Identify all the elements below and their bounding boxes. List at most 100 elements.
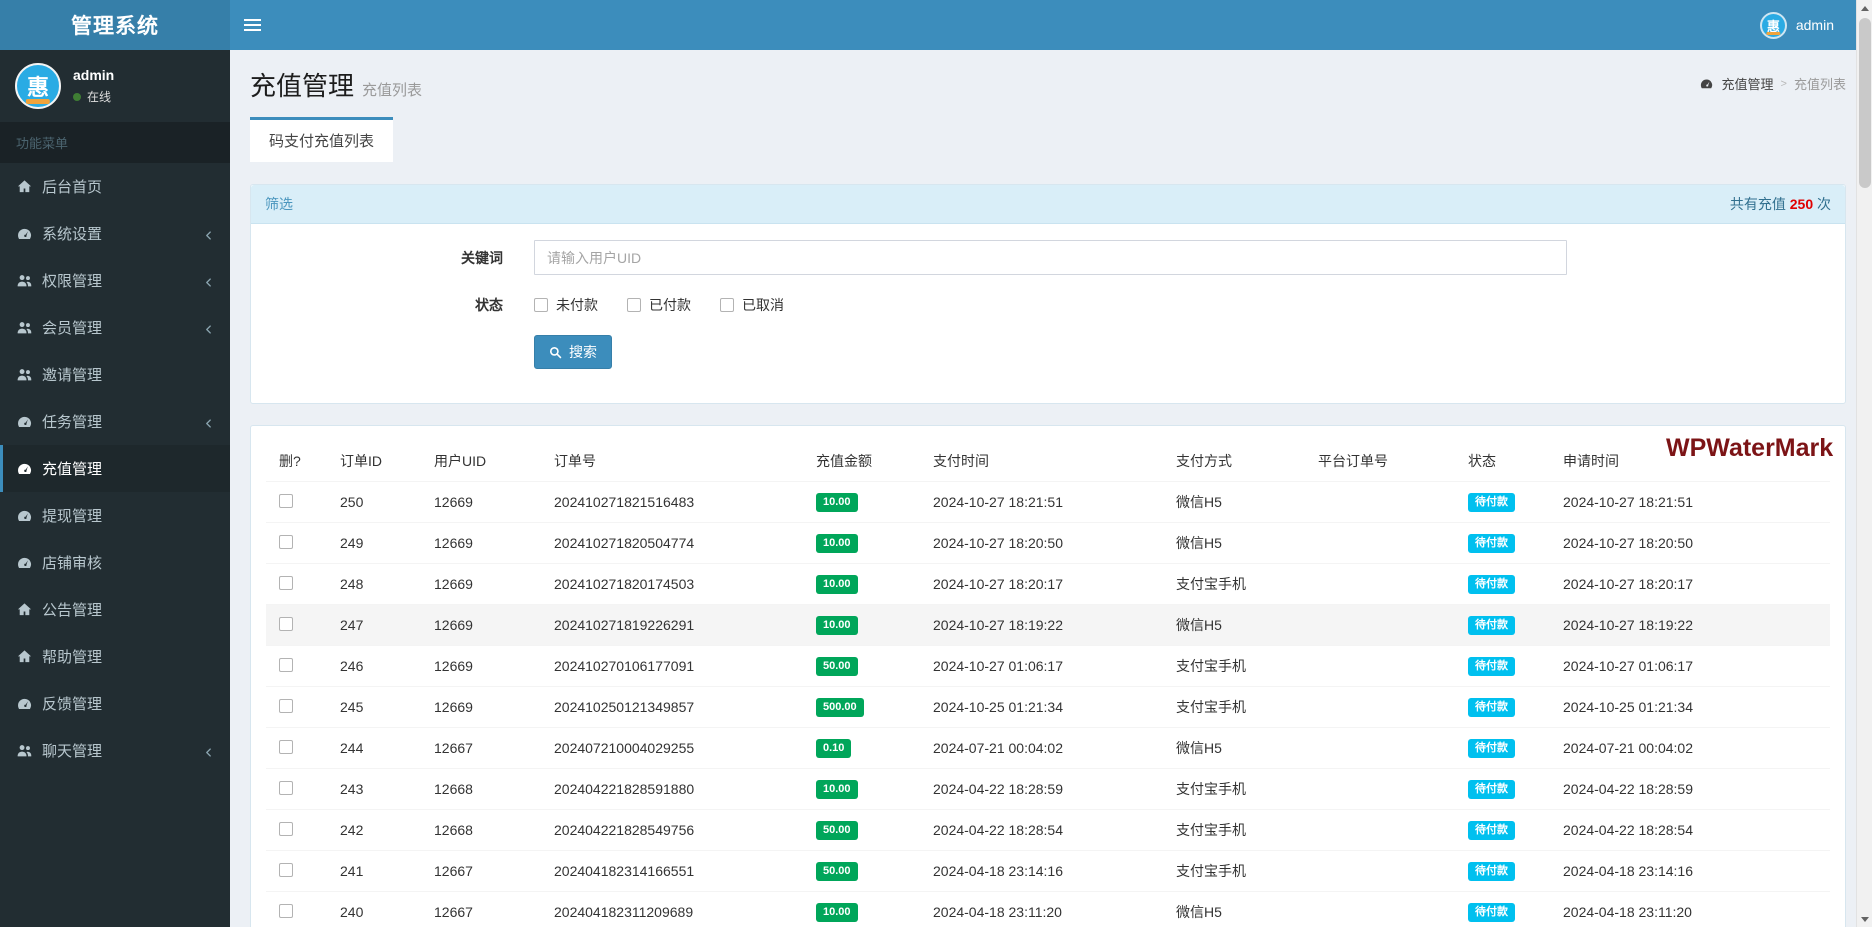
status-checkbox-option[interactable]: 已取消 <box>720 295 784 315</box>
sidebar-toggle-button[interactable] <box>230 0 275 50</box>
sidebar-item[interactable]: 聊天管理 <box>0 727 230 774</box>
cell-user-uid: 12669 <box>421 686 541 728</box>
sidebar-item[interactable]: 系统设置 <box>0 210 230 257</box>
home-icon <box>15 179 33 194</box>
row-delete-checkbox[interactable] <box>279 657 293 672</box>
cell-pay-method: 支付宝手机 <box>1163 809 1305 851</box>
row-delete-checkbox[interactable] <box>279 534 293 549</box>
scrollbar-thumb[interactable] <box>1859 18 1871 188</box>
cell-pay-time: 2024-10-27 01:06:17 <box>920 645 1163 687</box>
cell-platform-no <box>1305 891 1455 927</box>
status-checkbox[interactable] <box>627 298 641 312</box>
sidebar-item-label: 店铺审核 <box>42 555 103 572</box>
cell-pay-time: 2024-10-27 18:21:51 <box>920 481 1163 523</box>
table-header-row: 删? 订单ID 用户UID 订单号 充值金额 支付时间 支付方式 平台订单号 状… <box>266 441 1830 482</box>
amount-badge: 0.10 <box>816 739 852 758</box>
cell-user-uid: 12669 <box>421 481 541 523</box>
dashboard-icon <box>15 696 33 711</box>
col-header-platform-no: 平台订单号 <box>1305 441 1455 482</box>
sidebar-item-label: 后台首页 <box>42 179 103 196</box>
col-header-user-uid: 用户UID <box>421 441 541 482</box>
filter-toggle-link[interactable]: 筛选 <box>265 194 293 214</box>
app-logo[interactable]: 管理系统 <box>0 0 230 50</box>
sidebar-item[interactable]: 帮助管理 <box>0 633 230 680</box>
dashboard-icon <box>15 226 33 241</box>
sidebar-item[interactable]: 反馈管理 <box>0 680 230 727</box>
cell-platform-no <box>1305 522 1455 564</box>
cell-apply-time: 2024-10-27 18:21:51 <box>1550 481 1830 523</box>
cell-order-id: 244 <box>327 727 421 769</box>
sidebar-item-label: 邀请管理 <box>42 367 103 384</box>
amount-badge: 10.00 <box>816 493 858 512</box>
navbar-username: admin <box>1795 17 1834 33</box>
users-icon <box>15 367 33 382</box>
cell-order-no: 202404182314166551 <box>541 850 803 892</box>
table-row: 243 12668 202404221828591880 10.00 2024-… <box>266 768 1830 810</box>
cell-user-uid: 12667 <box>421 727 541 769</box>
cell-pay-time: 2024-10-27 18:19:22 <box>920 604 1163 646</box>
page-subtitle: 充值列表 <box>362 82 423 99</box>
scroll-up-arrow-icon[interactable] <box>1857 0 1872 16</box>
col-header-pay-time: 支付时间 <box>920 441 1163 482</box>
sidebar-item[interactable]: 权限管理 <box>0 257 230 304</box>
status-checkbox[interactable] <box>534 298 548 312</box>
row-delete-checkbox[interactable] <box>279 575 293 590</box>
row-delete-checkbox[interactable] <box>279 821 293 836</box>
sidebar-item[interactable]: 公告管理 <box>0 586 230 633</box>
sidebar-item[interactable]: 后台首页 <box>0 163 230 210</box>
cell-order-id: 250 <box>327 481 421 523</box>
amount-badge: 500.00 <box>816 698 864 717</box>
cell-user-uid: 12668 <box>421 768 541 810</box>
filter-header: 筛选 共有充值 250 次 <box>251 185 1845 224</box>
vertical-scrollbar[interactable] <box>1856 0 1872 927</box>
cell-pay-method: 微信H5 <box>1163 481 1305 523</box>
cell-order-id: 247 <box>327 604 421 646</box>
tab-qr-recharge-list[interactable]: 码支付充值列表 <box>250 117 394 162</box>
scroll-down-arrow-icon[interactable] <box>1857 911 1872 927</box>
row-delete-checkbox[interactable] <box>279 780 293 795</box>
cell-user-uid: 12668 <box>421 809 541 851</box>
sidebar-item[interactable]: 会员管理 <box>0 304 230 351</box>
sidebar-item-label: 任务管理 <box>42 414 103 431</box>
cell-order-no: 202404221828549756 <box>541 809 803 851</box>
search-button[interactable]: 搜索 <box>534 335 612 369</box>
cell-platform-no <box>1305 604 1455 646</box>
col-header-order-no: 订单号 <box>541 441 803 482</box>
recharge-table: 删? 订单ID 用户UID 订单号 充值金额 支付时间 支付方式 平台订单号 状… <box>266 441 1830 927</box>
cell-platform-no <box>1305 645 1455 687</box>
cell-apply-time: 2024-04-18 23:11:20 <box>1550 891 1830 927</box>
table-row: 244 12667 202407210004029255 0.10 2024-0… <box>266 727 1830 769</box>
row-delete-checkbox[interactable] <box>279 616 293 631</box>
status-checkbox[interactable] <box>720 298 734 312</box>
breadcrumb-root[interactable]: 充值管理 <box>1722 74 1774 93</box>
amount-badge: 10.00 <box>816 903 858 922</box>
row-delete-checkbox[interactable] <box>279 493 293 508</box>
table-row: 246 12669 202410270106177091 50.00 2024-… <box>266 645 1830 687</box>
keyword-input[interactable] <box>534 240 1567 275</box>
cell-order-no: 202410271820174503 <box>541 563 803 605</box>
sidebar-item[interactable]: 邀请管理 <box>0 351 230 398</box>
table-row: 245 12669 202410250121349857 500.00 2024… <box>266 686 1830 728</box>
sidebar-item[interactable]: 任务管理 <box>0 398 230 445</box>
status-option-label: 已付款 <box>649 297 691 313</box>
navbar-user-menu[interactable]: 惠 admin <box>1759 11 1856 39</box>
status-checkbox-group: 未付款 已付款 已取消 <box>534 295 784 315</box>
chevron-left-icon <box>203 322 215 334</box>
row-delete-checkbox[interactable] <box>279 698 293 713</box>
cell-platform-no <box>1305 850 1455 892</box>
content-area: 充值管理 充值列表 充值管理 > 充值列表 码支付充值列表 筛选 共有充值 250… <box>230 50 1872 927</box>
cell-user-uid: 12669 <box>421 563 541 605</box>
sidebar: 惠 admin 在线 功能菜单 后台首页 系统设置 权限管理 会员管理 邀请管理… <box>0 50 230 927</box>
row-delete-checkbox[interactable] <box>279 862 293 877</box>
row-delete-checkbox[interactable] <box>279 739 293 754</box>
status-badge: 待付款 <box>1468 493 1515 512</box>
sidebar-item[interactable]: 充值管理 <box>0 445 230 492</box>
navbar-main: 惠 admin <box>230 0 1856 50</box>
status-checkbox-option[interactable]: 未付款 <box>534 295 598 315</box>
cell-apply-time: 2024-10-25 01:21:34 <box>1550 686 1830 728</box>
sidebar-item[interactable]: 提现管理 <box>0 492 230 539</box>
sidebar-item[interactable]: 店铺审核 <box>0 539 230 586</box>
status-checkbox-option[interactable]: 已付款 <box>627 295 691 315</box>
sidebar-avatar: 惠 <box>15 63 61 109</box>
row-delete-checkbox[interactable] <box>279 903 293 918</box>
